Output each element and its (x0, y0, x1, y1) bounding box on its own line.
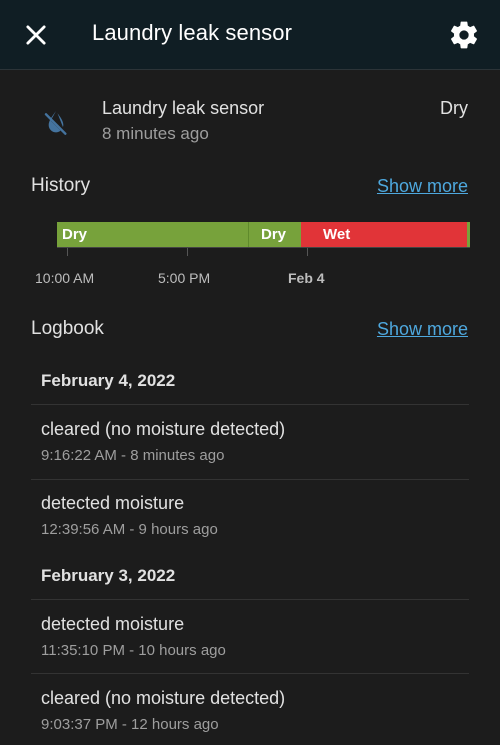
divider (31, 673, 469, 674)
divider (31, 479, 469, 480)
axis-tick (307, 248, 308, 256)
timeline-segment-label: Dry (261, 226, 287, 243)
logbook-entry-time: 9:16:22 AM - 8 minutes ago (41, 447, 225, 464)
close-icon[interactable] (22, 21, 50, 49)
timeline-segment-dry[interactable] (467, 222, 470, 247)
logbook-title: Logbook (31, 318, 104, 339)
entity-last-changed: 8 minutes ago (102, 124, 209, 143)
water-off-icon (44, 111, 67, 135)
divider (31, 599, 469, 600)
timeline-segment-label: Dry (62, 226, 88, 243)
entity-name: Laundry leak sensor (102, 98, 265, 118)
axis-tick (67, 248, 68, 256)
logbook-show-more-link[interactable]: Show more (377, 319, 468, 340)
logbook-entry-message: cleared (no moisture detected) (41, 688, 286, 708)
history-title: History (31, 175, 91, 196)
logbook-date-header: February 4, 2022 (41, 371, 176, 390)
logbook-entry-message: detected moisture (41, 614, 185, 634)
dialog-header: Laundry leak sensor (0, 0, 500, 70)
axis-tick (187, 248, 188, 256)
timeline-segment-label: Wet (323, 226, 351, 243)
timeline-segment-dry[interactable]: Dry (57, 222, 249, 247)
divider (31, 404, 469, 405)
logbook-entry-message: cleared (no moisture detected) (41, 419, 286, 439)
logbook-date-header: February 3, 2022 (41, 566, 176, 585)
axis-label: Feb 4 (288, 270, 325, 286)
logbook-entry-message: detected moisture (41, 493, 185, 513)
timeline-axis (57, 247, 470, 248)
entity-state: Dry (440, 98, 468, 118)
history-show-more-link[interactable]: Show more (377, 176, 468, 197)
logbook-entry-time: 9:03:37 PM - 12 hours ago (41, 716, 219, 733)
axis-label: 5:00 PM (158, 270, 211, 286)
logbook-entry-time: 12:39:56 AM - 9 hours ago (41, 521, 218, 538)
history-timeline[interactable]: Dry Dry Wet (57, 222, 470, 247)
logbook-entry-time: 11:35:10 PM - 10 hours ago (41, 642, 226, 659)
axis-label: 10:00 AM (35, 270, 95, 286)
timeline-segment-wet[interactable]: Wet (301, 222, 467, 247)
dialog-title: Laundry leak sensor (92, 20, 293, 45)
timeline-segment-dry[interactable]: Dry (249, 222, 301, 247)
gear-icon[interactable] (448, 19, 480, 51)
